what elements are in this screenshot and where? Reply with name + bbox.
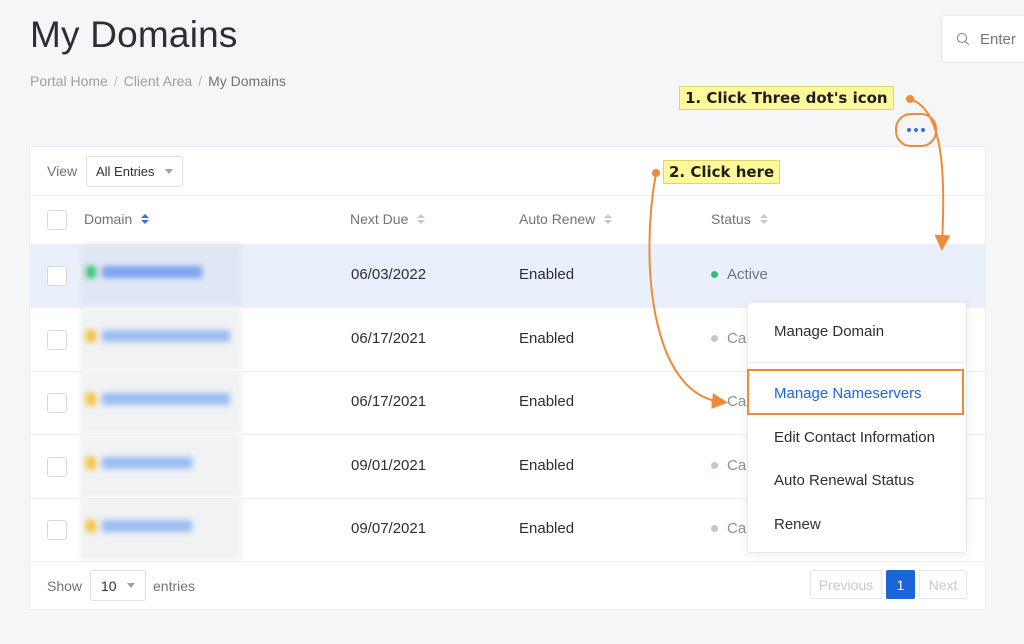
sort-icon xyxy=(417,214,426,224)
domain-name-redacted[interactable] xyxy=(86,266,202,278)
status-cell: Ca xyxy=(711,520,746,537)
show-label: Show xyxy=(47,578,83,594)
column-header-next-due[interactable]: Next Due xyxy=(350,211,426,227)
column-header-domain[interactable]: Domain xyxy=(84,211,150,227)
more-dot-icon xyxy=(921,128,925,132)
row-actions-menu: Manage Domain Manage Nameservers Edit Co… xyxy=(747,302,967,553)
search-input[interactable] xyxy=(978,29,1024,49)
sort-icon xyxy=(141,214,150,224)
status-cell: Ca xyxy=(711,457,746,474)
breadcrumb-portal-home[interactable]: Portal Home xyxy=(30,73,108,89)
column-header-label: Auto Renew xyxy=(519,211,596,227)
status-cell: Ca xyxy=(711,330,746,347)
column-header-auto-renew[interactable]: Auto Renew xyxy=(519,211,613,227)
column-header-label: Domain xyxy=(84,211,133,227)
table-header: Domain Next Due Auto Renew Status xyxy=(30,196,985,245)
auto-renew-cell: Enabled xyxy=(519,330,575,347)
column-header-label: Status xyxy=(711,211,751,227)
search-box xyxy=(941,15,1024,63)
page-1-button[interactable]: 1 xyxy=(886,570,915,599)
row-actions-button[interactable] xyxy=(895,113,937,147)
status-cell: Ca xyxy=(711,393,746,410)
breadcrumb-client-area[interactable]: Client Area xyxy=(124,73,192,89)
breadcrumb: Portal Home / Client Area / My Domains xyxy=(30,73,286,89)
row-checkbox[interactable] xyxy=(47,457,67,477)
menu-item-renew[interactable]: Renew xyxy=(774,516,821,533)
entries-label: entries xyxy=(153,578,196,594)
menu-item-auto-renewal-status[interactable]: Auto Renewal Status xyxy=(774,472,914,489)
status-dot-icon xyxy=(711,398,718,405)
row-checkbox[interactable] xyxy=(47,266,67,286)
more-dot-icon xyxy=(907,128,911,132)
page-size-value: 10 xyxy=(101,577,117,594)
table-toolbar: View All Entries xyxy=(30,147,985,196)
menu-item-manage-domain[interactable]: Manage Domain xyxy=(774,323,884,340)
row-checkbox[interactable] xyxy=(47,330,67,350)
sort-icon xyxy=(759,214,768,224)
domain-name-redacted[interactable] xyxy=(86,393,230,405)
status-badge: Ca xyxy=(727,330,747,347)
domain-name-redacted[interactable] xyxy=(86,457,192,469)
column-header-status[interactable]: Status xyxy=(711,211,768,227)
previous-page-button[interactable]: Previous xyxy=(810,570,882,599)
view-filter-select[interactable]: All Entries xyxy=(86,156,183,187)
breadcrumb-separator: / xyxy=(113,73,118,89)
row-checkbox[interactable] xyxy=(47,393,67,413)
column-header-label: Next Due xyxy=(350,211,409,227)
domain-name-redacted[interactable] xyxy=(86,520,192,532)
next-page-button[interactable]: Next xyxy=(919,570,967,599)
next-due-cell: 09/07/2021 xyxy=(351,520,427,537)
more-dot-icon xyxy=(914,128,918,132)
chevron-down-icon xyxy=(164,169,173,174)
next-due-cell: 06/17/2021 xyxy=(351,330,427,347)
breadcrumb-current: My Domains xyxy=(208,73,286,89)
status-badge: Ca xyxy=(727,393,747,410)
status-badge: Ca xyxy=(727,520,747,537)
status-dot-icon xyxy=(711,271,718,278)
menu-divider xyxy=(748,362,966,363)
menu-item-manage-nameservers[interactable]: Manage Nameservers xyxy=(774,385,922,402)
annotation-callout-step-2: 2. Click here xyxy=(663,160,781,184)
view-label: View xyxy=(47,163,78,179)
annotation-callout-step-1: 1. Click Three dot's icon xyxy=(679,86,894,110)
menu-item-edit-contact-information[interactable]: Edit Contact Information xyxy=(774,429,935,446)
next-due-cell: 06/17/2021 xyxy=(351,393,427,410)
breadcrumb-separator: / xyxy=(198,73,203,89)
status-cell: Active xyxy=(711,266,768,283)
auto-renew-cell: Enabled xyxy=(519,520,575,537)
page-size-select[interactable]: 10 xyxy=(90,570,146,601)
auto-renew-cell: Enabled xyxy=(519,266,575,283)
sort-icon xyxy=(604,214,613,224)
status-dot-icon xyxy=(711,462,718,469)
status-dot-icon xyxy=(711,335,718,342)
status-badge: Active xyxy=(727,266,768,283)
domain-name-redacted[interactable] xyxy=(86,330,230,342)
select-all-checkbox[interactable] xyxy=(47,210,67,230)
table-row[interactable]: 06/03/2022 Enabled Active xyxy=(30,244,985,308)
auto-renew-cell: Enabled xyxy=(519,457,575,474)
chevron-down-icon xyxy=(126,583,135,588)
auto-renew-cell: Enabled xyxy=(519,393,575,410)
next-due-cell: 09/01/2021 xyxy=(351,457,427,474)
search-icon xyxy=(956,32,970,46)
view-filter-value: All Entries xyxy=(96,164,155,179)
page-title: My Domains xyxy=(30,14,238,55)
row-checkbox[interactable] xyxy=(47,520,67,540)
status-badge: Ca xyxy=(727,457,747,474)
status-dot-icon xyxy=(711,525,718,532)
next-due-cell: 06/03/2022 xyxy=(351,266,427,283)
